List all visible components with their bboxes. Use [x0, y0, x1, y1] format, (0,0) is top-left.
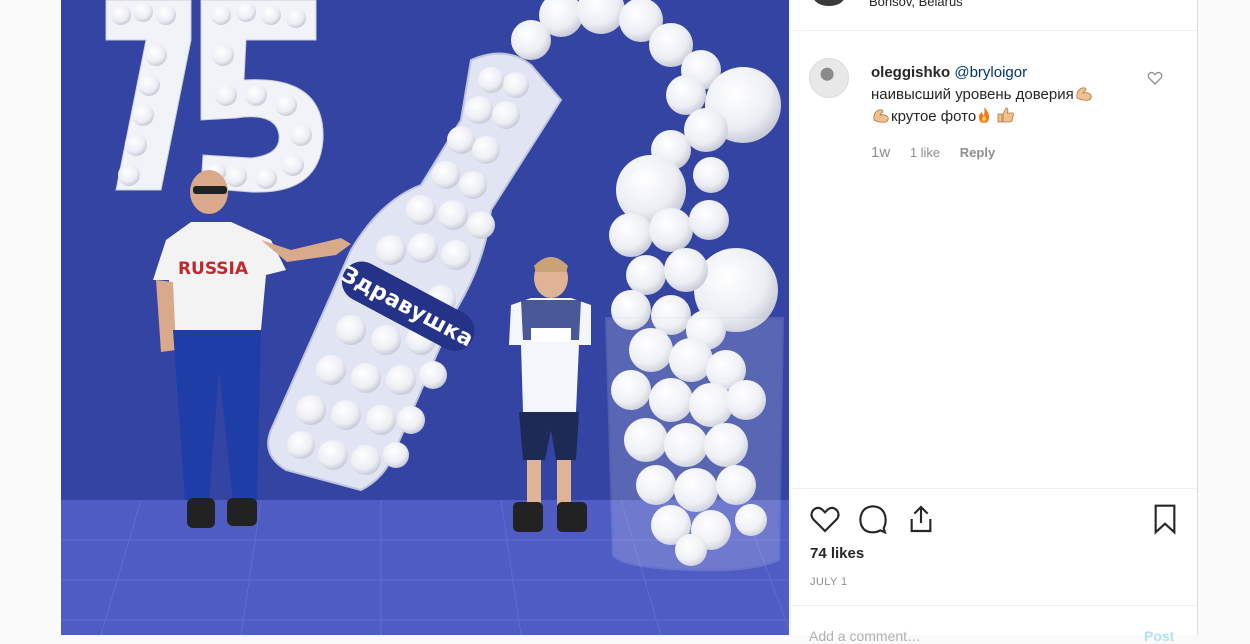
- add-comment-row: Add a comment… Post: [791, 605, 1197, 644]
- save-bookmark-icon[interactable]: [1149, 503, 1181, 535]
- flexed-biceps-emoji-icon: [1074, 84, 1094, 102]
- comment-text-line1: наивысший уровень доверия: [871, 86, 1074, 103]
- location-link[interactable]: Borisov, Belarus: [869, 0, 963, 9]
- likes-count[interactable]: 74 likes: [810, 545, 864, 562]
- comment-like-heart-icon[interactable]: [1147, 70, 1163, 86]
- comment-time[interactable]: 1w: [871, 144, 890, 161]
- post-photo[interactable]: Здравушка RUSSIA: [61, 0, 789, 635]
- comment-text-line2: крутое фото: [891, 108, 977, 125]
- thumbs-up-emoji-icon: [996, 106, 1016, 124]
- flexed-biceps-emoji-icon: [871, 106, 891, 124]
- post-date[interactable]: JULY 1: [810, 576, 847, 588]
- comment-reply-button[interactable]: Reply: [960, 145, 995, 160]
- post-actions-bar: 74 likes JULY 1: [791, 488, 1197, 606]
- post-header: Borisov, Belarus: [791, 0, 1197, 31]
- comment-mention[interactable]: @bryloigor: [954, 64, 1027, 81]
- photo-illustration: Здравушка RUSSIA: [61, 0, 789, 635]
- share-upload-icon[interactable]: [905, 503, 937, 535]
- comment-likes[interactable]: 1 like: [910, 145, 940, 160]
- author-avatar[interactable]: [813, 0, 845, 6]
- add-comment-input[interactable]: Add a comment…: [809, 628, 921, 644]
- comment-meta: 1w 1 like Reply: [871, 144, 1011, 161]
- comment-username[interactable]: oleggishko: [871, 64, 950, 81]
- fire-emoji-icon: [976, 106, 996, 124]
- like-heart-icon[interactable]: [809, 503, 841, 535]
- balloon-number-75: [105, 0, 324, 193]
- shirt-text: RUSSIA: [178, 259, 249, 279]
- post-comment-button[interactable]: Post: [1144, 628, 1174, 644]
- commenter-avatar[interactable]: [809, 58, 849, 98]
- comment-bubble-icon[interactable]: [857, 503, 889, 535]
- post-sidebar: Borisov, Belarus oleggishko @bryloigor н…: [790, 0, 1197, 644]
- comment-body: oleggishko @bryloigor наивысший уровень …: [871, 62, 1151, 128]
